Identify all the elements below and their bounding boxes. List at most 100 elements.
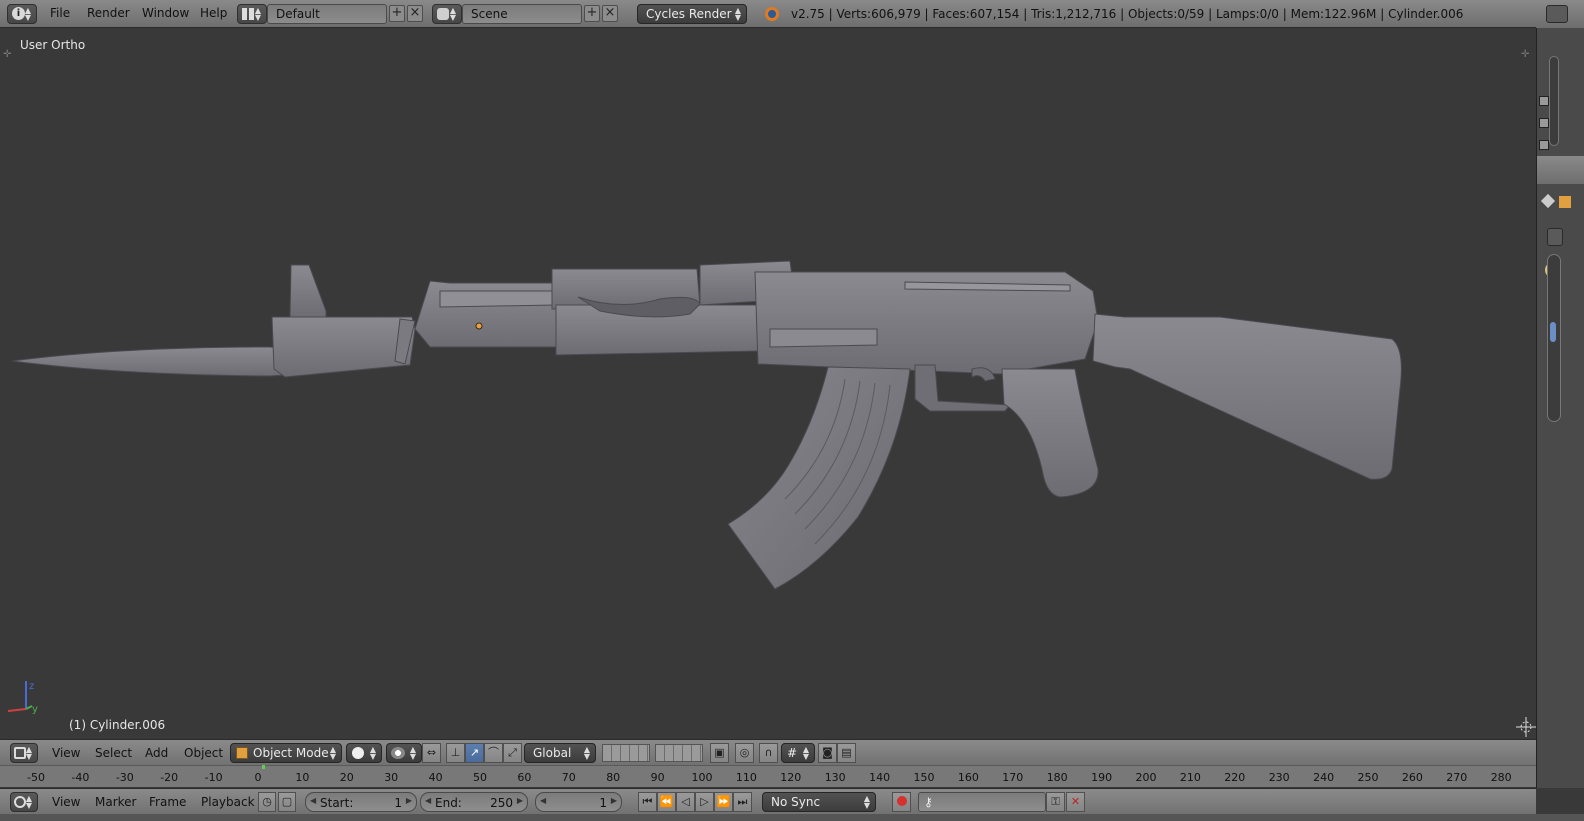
menu-view[interactable]: View bbox=[52, 746, 80, 760]
end-frame-field[interactable]: ◀ End: 250 ▶ bbox=[420, 792, 528, 812]
chevron-left-icon: ◀ bbox=[310, 796, 317, 805]
delete-scene-button[interactable]: × bbox=[602, 5, 618, 22]
editor-type-button[interactable]: ▲ ▼ bbox=[10, 743, 38, 763]
menu-view[interactable]: View bbox=[52, 795, 80, 809]
layer-buttons-1[interactable] bbox=[602, 744, 650, 762]
menu-playback[interactable]: Playback bbox=[201, 795, 255, 809]
editor-type-button[interactable]: i ▲ ▼ bbox=[7, 4, 37, 24]
menu-file[interactable]: File bbox=[50, 6, 70, 20]
shading-dropdown[interactable]: ▲ ▼ bbox=[346, 743, 382, 763]
lock-icon: ▢ bbox=[281, 795, 293, 808]
start-frame-field[interactable]: ◀ Start: 1 ▶ bbox=[305, 792, 417, 812]
snap-toggle-button[interactable]: ∩ bbox=[759, 743, 778, 763]
ruler-tick: 170 bbox=[1002, 771, 1024, 784]
scene-field[interactable]: Scene bbox=[462, 4, 582, 24]
timeline-ruler[interactable]: -50 -40 -30 -20 -10 0 10 20 30 40 50 60 70 80 90 100 110… bbox=[0, 765, 1536, 787]
ruler-tick: 90 bbox=[650, 771, 665, 784]
properties-panel[interactable] bbox=[1536, 28, 1584, 788]
play-button[interactable]: ▷ bbox=[695, 792, 714, 812]
plus-icon: + bbox=[586, 5, 598, 20]
manipulator-icon: ⇔ bbox=[426, 746, 437, 759]
scene-stats: v2.75 | Verts:606,979 | Faces:607,154 | … bbox=[791, 7, 1464, 21]
window-bottom-edge bbox=[0, 814, 1584, 821]
add-screen-button[interactable]: + bbox=[389, 5, 405, 22]
menu-select[interactable]: Select bbox=[95, 746, 132, 760]
keying-set-field[interactable]: ⚷ bbox=[918, 792, 1046, 812]
mode-dropdown[interactable]: Object Mode ▲ ▼ bbox=[230, 743, 342, 763]
orientation-dropdown[interactable]: Global ▲ ▼ bbox=[524, 743, 596, 763]
layers-icon[interactable] bbox=[1539, 118, 1549, 128]
delete-keyframe-button[interactable]: ✕ bbox=[1066, 792, 1085, 812]
insert-keyframe-button[interactable]: ⚿ bbox=[1046, 792, 1065, 812]
menu-marker[interactable]: Marker bbox=[95, 795, 136, 809]
jump-end-button[interactable]: ⏭ bbox=[733, 792, 752, 812]
scene-settings-icon[interactable] bbox=[1539, 140, 1549, 150]
delete-screen-button[interactable]: × bbox=[407, 5, 423, 22]
pivot-dropdown[interactable]: ▲ ▼ bbox=[386, 743, 422, 763]
editor-type-button[interactable]: ▲ ▼ bbox=[10, 792, 38, 812]
render-icon[interactable] bbox=[1539, 96, 1549, 106]
chevron-updown-icon: ▲ ▼ bbox=[25, 745, 32, 761]
skip-end-icon: ⏭ bbox=[737, 795, 748, 808]
chevron-updown-icon: ▲ ▼ bbox=[25, 794, 32, 810]
layer-buttons-2[interactable] bbox=[655, 744, 703, 762]
menu-add[interactable]: Add bbox=[145, 746, 168, 760]
translate-manipulator-button[interactable]: ⊥ bbox=[446, 743, 465, 763]
solid-shading-icon bbox=[352, 747, 364, 759]
magnet-icon: ∩ bbox=[764, 746, 773, 759]
front-sight bbox=[289, 264, 327, 318]
snap-element-dropdown[interactable]: # ▲ ▼ bbox=[781, 743, 815, 763]
scale-icon: ⤢ bbox=[508, 746, 517, 759]
pin-icon[interactable] bbox=[1540, 193, 1556, 209]
properties-header bbox=[1536, 0, 1584, 28]
screen-layout-button[interactable]: ▲ ▼ bbox=[237, 4, 267, 24]
render-engine-dropdown[interactable]: Cycles Render ▲ ▼ bbox=[637, 4, 747, 24]
start-label: Start: bbox=[320, 796, 354, 810]
move-tool-button[interactable]: ↗ bbox=[465, 743, 484, 763]
scrollbar-thumb[interactable] bbox=[1550, 322, 1556, 342]
editor-type-icon[interactable] bbox=[1546, 5, 1568, 23]
rotate-tool-button[interactable]: ⌒ bbox=[484, 743, 503, 763]
jump-keyframe-back-button[interactable]: ⏪ bbox=[657, 792, 676, 812]
lock-layer-button[interactable]: ▣ bbox=[710, 743, 729, 763]
proportional-icon: ◎ bbox=[739, 746, 750, 759]
manipulator-toggle-button[interactable]: ⇔ bbox=[422, 743, 441, 763]
orientation-label: Global bbox=[533, 746, 572, 760]
render-preview-button[interactable]: ◙ bbox=[818, 743, 837, 763]
jump-start-button[interactable]: ⏮ bbox=[638, 792, 657, 812]
plus-icon: + bbox=[391, 5, 403, 20]
menu-object[interactable]: Object bbox=[184, 746, 223, 760]
render-animation-button[interactable]: ▤ bbox=[837, 743, 856, 763]
sync-dropdown[interactable]: No Sync ▲ ▼ bbox=[762, 792, 876, 812]
auto-keyframe-button[interactable] bbox=[892, 792, 911, 812]
axis-y-label: y bbox=[32, 704, 38, 715]
chevron-updown-icon: ▲ ▼ bbox=[409, 745, 416, 761]
menu-render[interactable]: Render bbox=[87, 6, 130, 20]
scale-tool-button[interactable]: ⤢ bbox=[503, 743, 522, 763]
add-scene-button[interactable]: + bbox=[584, 5, 600, 22]
current-frame-field[interactable]: ◀ 1 ▶ bbox=[535, 792, 622, 812]
scene-button[interactable]: ▲ ▼ bbox=[432, 4, 462, 24]
jump-keyframe-forward-button[interactable]: ⏩ bbox=[714, 792, 733, 812]
preview-range-button[interactable]: ◷ bbox=[258, 792, 276, 812]
chevron-right-icon: ▶ bbox=[516, 796, 523, 805]
screen-layout-field[interactable]: Default bbox=[267, 4, 387, 24]
object-data-icon[interactable] bbox=[1559, 196, 1571, 208]
menu-window[interactable]: Window bbox=[142, 6, 189, 20]
end-value: 250 bbox=[490, 796, 513, 810]
chevron-right-icon: ▶ bbox=[405, 796, 412, 805]
menu-frame[interactable]: Frame bbox=[149, 795, 186, 809]
ruler-tick: 190 bbox=[1091, 771, 1113, 784]
proportional-edit-button[interactable]: ◎ bbox=[735, 743, 754, 763]
ruler-tick: 230 bbox=[1268, 771, 1290, 784]
rifle-model[interactable]: z y bbox=[0, 29, 1536, 739]
chevron-updown-icon: ▲ ▼ bbox=[802, 745, 809, 761]
menu-help[interactable]: Help bbox=[200, 6, 227, 20]
play-reverse-button[interactable]: ◁ bbox=[676, 792, 695, 812]
ruler-tick: 220 bbox=[1224, 771, 1246, 784]
scrollbar[interactable] bbox=[1549, 56, 1559, 146]
3d-viewport[interactable]: User Ortho ✛ ✛ z y (1) Cylinder.006 bbox=[0, 29, 1536, 739]
lock-range-button[interactable]: ▢ bbox=[278, 792, 296, 812]
scroll-arrow-icon[interactable] bbox=[1547, 228, 1563, 246]
current-frame-marker[interactable] bbox=[262, 765, 265, 769]
